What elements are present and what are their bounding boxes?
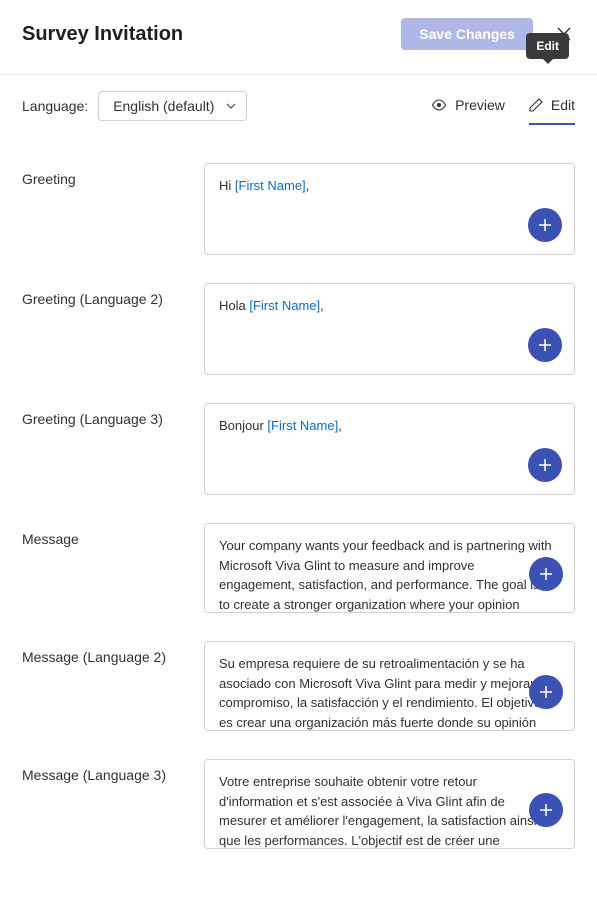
message-2-label: Message (Language 2) [22,641,204,665]
page-title: Survey Invitation [22,23,183,46]
field-greeting-3: Greeting (Language 3) Bonjour [First Nam… [22,403,575,495]
add-button[interactable] [529,675,563,709]
first-name-token: [First Name] [267,418,338,433]
field-message-2: Message (Language 2) Su empresa requiere… [22,641,575,731]
message-3-label: Message (Language 3) [22,759,204,783]
language-group: Language: English (default) [22,91,247,121]
message-label: Message [22,523,204,547]
plus-icon [537,457,553,473]
plus-icon [538,684,554,700]
message-2-editor[interactable]: Su empresa requiere de su retroalimentac… [204,641,575,731]
field-greeting: Greeting Hi [First Name], [22,163,575,255]
message-3-text: Votre entreprise souhaite obtenir votre … [219,772,554,849]
field-greeting-2: Greeting (Language 2) Hola [First Name], [22,283,575,375]
tab-preview[interactable]: Preview [431,87,505,125]
language-value: English (default) [113,98,214,114]
add-button[interactable] [529,557,563,591]
header: Survey Invitation Save Changes [0,0,597,75]
add-button[interactable] [528,448,562,482]
tab-preview-label: Preview [455,97,505,113]
add-button[interactable] [528,328,562,362]
first-name-token: [First Name] [249,298,320,313]
tabs: Preview Edit [431,87,575,125]
edit-tooltip: Edit [526,33,569,59]
pencil-icon [529,98,543,112]
greeting-3-editor[interactable]: Bonjour [First Name], [204,403,575,495]
plus-icon [538,802,554,818]
greeting-text: Hi [First Name], [219,178,309,193]
greeting-2-text: Hola [First Name], [219,298,324,313]
tab-edit[interactable]: Edit [529,87,575,125]
plus-icon [538,566,554,582]
field-message-3: Message (Language 3) Votre entreprise so… [22,759,575,849]
greeting-2-label: Greeting (Language 2) [22,283,204,307]
message-3-editor[interactable]: Votre entreprise souhaite obtenir votre … [204,759,575,849]
message-2-text: Su empresa requiere de su retroalimentac… [219,654,554,731]
language-label: Language: [22,98,88,114]
save-button[interactable]: Save Changes [401,18,533,50]
language-select[interactable]: English (default) [98,91,247,121]
greeting-3-label: Greeting (Language 3) [22,403,204,427]
message-editor[interactable]: Your company wants your feedback and is … [204,523,575,613]
chevron-down-icon [226,103,236,109]
first-name-token: [First Name] [235,178,306,193]
greeting-2-editor[interactable]: Hola [First Name], [204,283,575,375]
add-button[interactable] [528,208,562,242]
add-button[interactable] [529,793,563,827]
field-message: Message Your company wants your feedback… [22,523,575,613]
greeting-editor[interactable]: Hi [First Name], [204,163,575,255]
greeting-3-text: Bonjour [First Name], [219,418,342,433]
eye-icon [431,99,447,111]
message-text: Your company wants your feedback and is … [219,536,554,613]
toolbar: Edit Language: English (default) Preview… [0,75,597,129]
greeting-label: Greeting [22,163,204,187]
plus-icon [537,217,553,233]
plus-icon [537,337,553,353]
content: Greeting Hi [First Name], Greeting (Lang… [0,129,597,897]
tab-edit-label: Edit [551,97,575,113]
